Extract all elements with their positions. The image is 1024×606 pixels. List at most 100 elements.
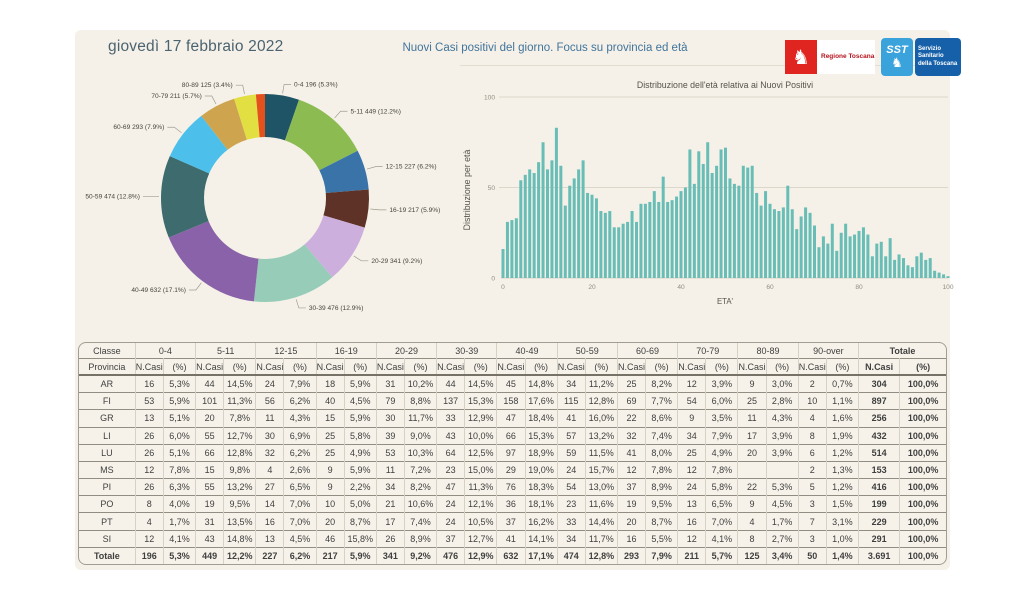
age-bar-34[interactable] [652,191,656,278]
age-bar-9[interactable] [541,142,545,278]
age-bar-64[interactable] [786,185,790,278]
age-bar-91[interactable] [906,265,910,278]
age-bar-35[interactable] [657,201,661,278]
age-bar-24[interactable] [608,211,612,278]
age-bar-57[interactable] [755,192,759,278]
age-bar-66[interactable] [795,229,799,278]
age-bar-62[interactable] [777,211,781,278]
age-bar-90[interactable] [902,258,905,278]
age-bar-51[interactable] [728,178,732,278]
age-bar-71[interactable] [817,247,821,278]
age-bar-14[interactable] [563,205,567,278]
age-bar-49[interactable] [719,149,723,278]
age-bar-67[interactable] [799,216,803,278]
age-bar-55[interactable] [746,167,750,278]
age-bar-72[interactable] [821,236,825,278]
age-bar-56[interactable] [750,165,754,278]
age-bar-76[interactable] [839,232,843,278]
age-bar-15[interactable] [568,185,572,278]
age-bar-81[interactable] [861,227,865,278]
age-bar-68[interactable] [804,207,808,278]
age-bar-87[interactable] [888,238,892,278]
age-bar-60[interactable] [768,203,772,278]
age-bar-83[interactable] [870,256,874,278]
age-bar-44[interactable] [697,151,701,278]
age-bar-78[interactable] [848,236,852,278]
age-bar-17[interactable] [577,169,581,278]
age-bar-94[interactable] [919,252,923,278]
age-bar-47[interactable] [710,173,714,278]
age-bar-3[interactable] [514,218,518,278]
age-bar-52[interactable] [732,183,736,278]
age-bar-43[interactable] [692,183,696,278]
age-bar-54[interactable] [741,165,745,278]
age-bar-77[interactable] [844,223,848,278]
age-bar-92[interactable] [910,267,914,278]
age-bar-75[interactable] [835,250,839,278]
age-bar-80[interactable] [857,230,861,278]
age-bar-89[interactable] [897,254,901,278]
age-bar-26[interactable] [617,227,621,278]
age-bar-95[interactable] [924,259,928,278]
age-bar-5[interactable] [523,174,527,278]
age-bar-23[interactable] [603,212,607,278]
age-bar-27[interactable] [621,223,625,278]
age-bar-82[interactable] [866,234,870,278]
age-bar-39[interactable] [675,196,679,278]
age-bar-99[interactable] [942,274,946,278]
age-bar-0[interactable] [501,249,505,278]
age-bar-25[interactable] [612,227,616,278]
age-bar-74[interactable] [830,223,834,278]
age-bar-48[interactable] [715,165,719,278]
age-bar-100[interactable] [946,276,950,278]
age-bar-88[interactable] [893,259,897,278]
age-bar-36[interactable] [661,176,665,278]
age-bar-18[interactable] [581,160,585,278]
age-bar-96[interactable] [928,258,932,278]
age-bar-53[interactable] [737,185,741,278]
age-bar-85[interactable] [879,241,883,278]
age-bar-40[interactable] [679,191,683,278]
age-bar-38[interactable] [670,200,674,278]
age-bar-50[interactable] [724,147,727,278]
age-bar-73[interactable] [826,243,830,278]
age-bar-97[interactable] [933,270,937,278]
age-bar-84[interactable] [875,243,879,278]
age-bar-33[interactable] [648,201,652,278]
age-bar-37[interactable] [666,201,670,278]
age-bar-6[interactable] [528,169,532,278]
age-bar-93[interactable] [915,256,919,278]
age-bar-4[interactable] [519,180,523,278]
age-bar-8[interactable] [537,162,541,278]
age-bar-70[interactable] [813,225,816,278]
age-bar-86[interactable] [884,256,888,278]
age-bar-12[interactable] [554,127,558,278]
age-bar-31[interactable] [639,203,643,278]
age-bar-13[interactable] [559,165,563,278]
age-bar-46[interactable] [706,142,710,278]
age-bar-19[interactable] [586,192,590,278]
age-bar-11[interactable] [550,160,554,278]
age-bar-45[interactable] [701,163,705,278]
age-bar-98[interactable] [937,272,941,278]
age-bar-59[interactable] [764,191,768,278]
age-bar-29[interactable] [630,211,634,278]
age-bar-22[interactable] [599,211,603,278]
age-bar-69[interactable] [808,212,812,278]
age-bar-28[interactable] [626,221,630,278]
age-bar-42[interactable] [688,149,692,278]
age-bar-1[interactable] [505,221,509,278]
age-bar-61[interactable] [772,209,776,278]
age-bar-7[interactable] [532,173,536,278]
age-bar-20[interactable] [590,194,594,278]
age-bar-63[interactable] [781,207,785,278]
age-bar-32[interactable] [643,203,647,278]
age-bar-30[interactable] [635,221,638,278]
age-bar-58[interactable] [759,205,763,278]
age-bar-21[interactable] [594,198,598,278]
age-bar-79[interactable] [853,234,857,278]
age-bar-16[interactable] [572,178,576,278]
age-bar-41[interactable] [683,187,687,279]
age-bar-2[interactable] [510,220,514,278]
age-bar-10[interactable] [546,169,549,278]
